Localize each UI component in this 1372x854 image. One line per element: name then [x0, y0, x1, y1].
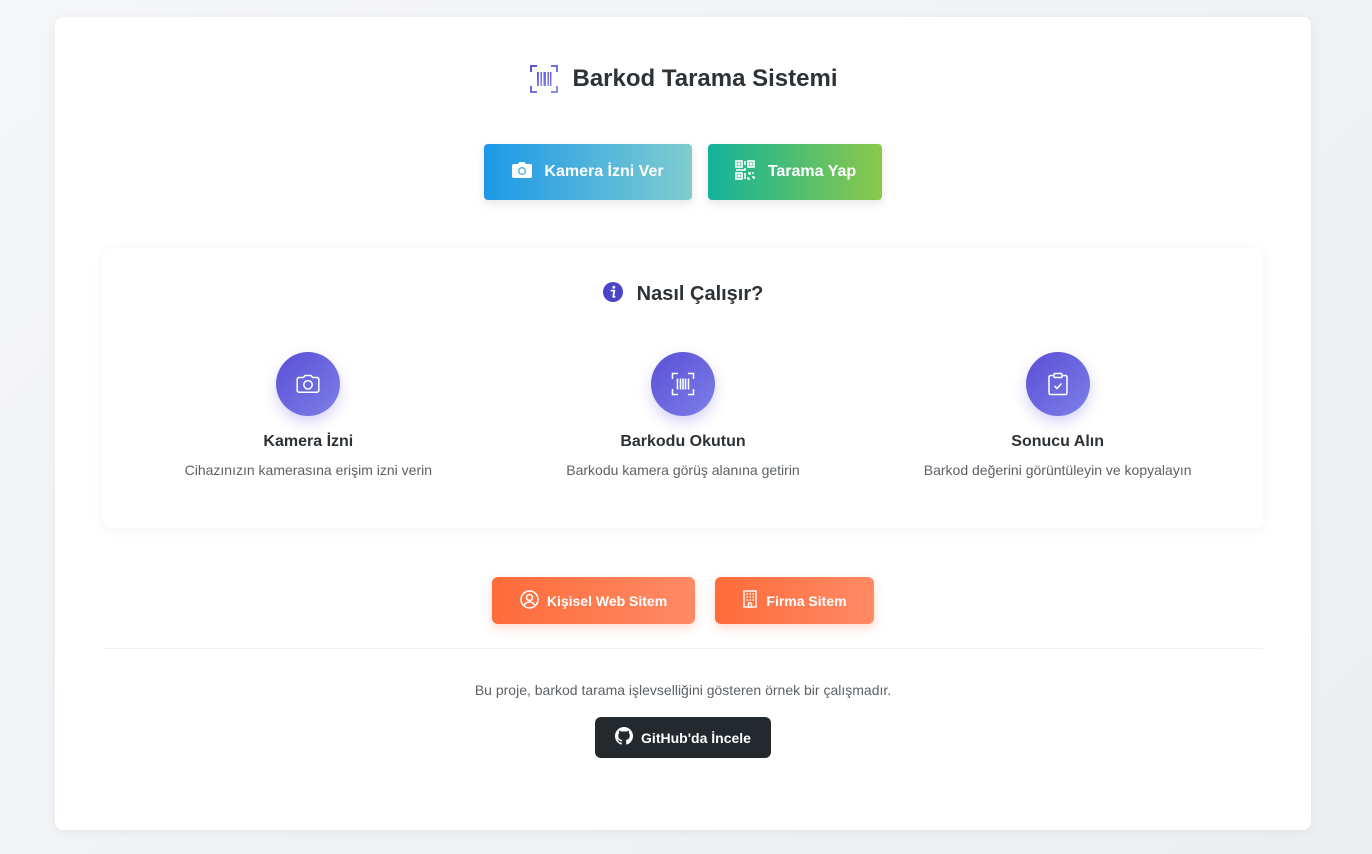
- github-label: GitHub'da İncele: [641, 729, 751, 746]
- step-title: Kamera İzni: [263, 433, 354, 450]
- steps-list: Kamera İzni Cihazınızın kamerasına erişi…: [103, 352, 1263, 478]
- qr-code-icon: [734, 159, 756, 186]
- camera-permission-button[interactable]: Kamera İzni Ver: [484, 144, 692, 200]
- user-circle-icon: [520, 589, 539, 612]
- step-description: Barkod değerini görüntüleyin ve kopyalay…: [923, 462, 1192, 478]
- action-buttons: Kamera İzni Ver Tarama Yap: [55, 144, 1311, 200]
- page-header: Barkod Tarama Sistemi: [55, 63, 1311, 95]
- clipboard-check-icon: [1025, 352, 1090, 416]
- step-description: Barkodu kamera görüş alanına getirin: [566, 462, 800, 478]
- step-description: Cihazınızın kamerasına erişim izni verin: [184, 462, 433, 478]
- camera-permission-label: Kamera İzni Ver: [544, 163, 664, 180]
- divider: [103, 648, 1263, 649]
- step-get-result: Sonucu Alın Barkod değerini görüntüleyin…: [888, 352, 1228, 478]
- how-it-works-header: Nasıl Çalışır?: [103, 282, 1263, 307]
- building-icon: [742, 590, 758, 611]
- personal-website-button[interactable]: Kişisel Web Sitem: [492, 577, 695, 624]
- personal-website-label: Kişisel Web Sitem: [546, 592, 668, 609]
- step-title: Barkodu Okutun: [620, 433, 746, 450]
- barcode-scan-icon: [529, 63, 559, 95]
- step-title: Sonucu Alın: [1011, 433, 1104, 450]
- github-button[interactable]: GitHub'da İncele: [595, 717, 771, 758]
- main-card: Barkod Tarama Sistemi Kamera İzni Ver Ta…: [55, 17, 1311, 830]
- company-website-label: Firma Sitem: [766, 592, 847, 609]
- step-scan-barcode: Barkodu Okutun Barkodu kamera görüş alan…: [513, 352, 853, 478]
- company-website-button[interactable]: Firma Sitem: [715, 577, 874, 624]
- camera-icon: [512, 161, 533, 183]
- github-icon: [615, 727, 634, 748]
- info-icon: [602, 282, 623, 307]
- how-it-works-title: Nasıl Çalışır?: [636, 283, 764, 305]
- barcode-scan-icon: [650, 352, 715, 416]
- scan-button[interactable]: Tarama Yap: [708, 144, 882, 200]
- camera-icon: [276, 352, 341, 416]
- external-links: Kişisel Web Sitem Firma Sitem: [55, 577, 1311, 624]
- scan-label: Tarama Yap: [767, 163, 857, 180]
- step-camera-permission: Kamera İzni Cihazınızın kamerasına erişi…: [138, 352, 478, 478]
- page-title: Barkod Tarama Sistemi: [572, 65, 838, 92]
- footer-text: Bu proje, barkod tarama işlevselliğini g…: [474, 682, 892, 698]
- how-it-works-panel: Nasıl Çalışır? Kamera İzni Cihazınızın k…: [103, 248, 1263, 528]
